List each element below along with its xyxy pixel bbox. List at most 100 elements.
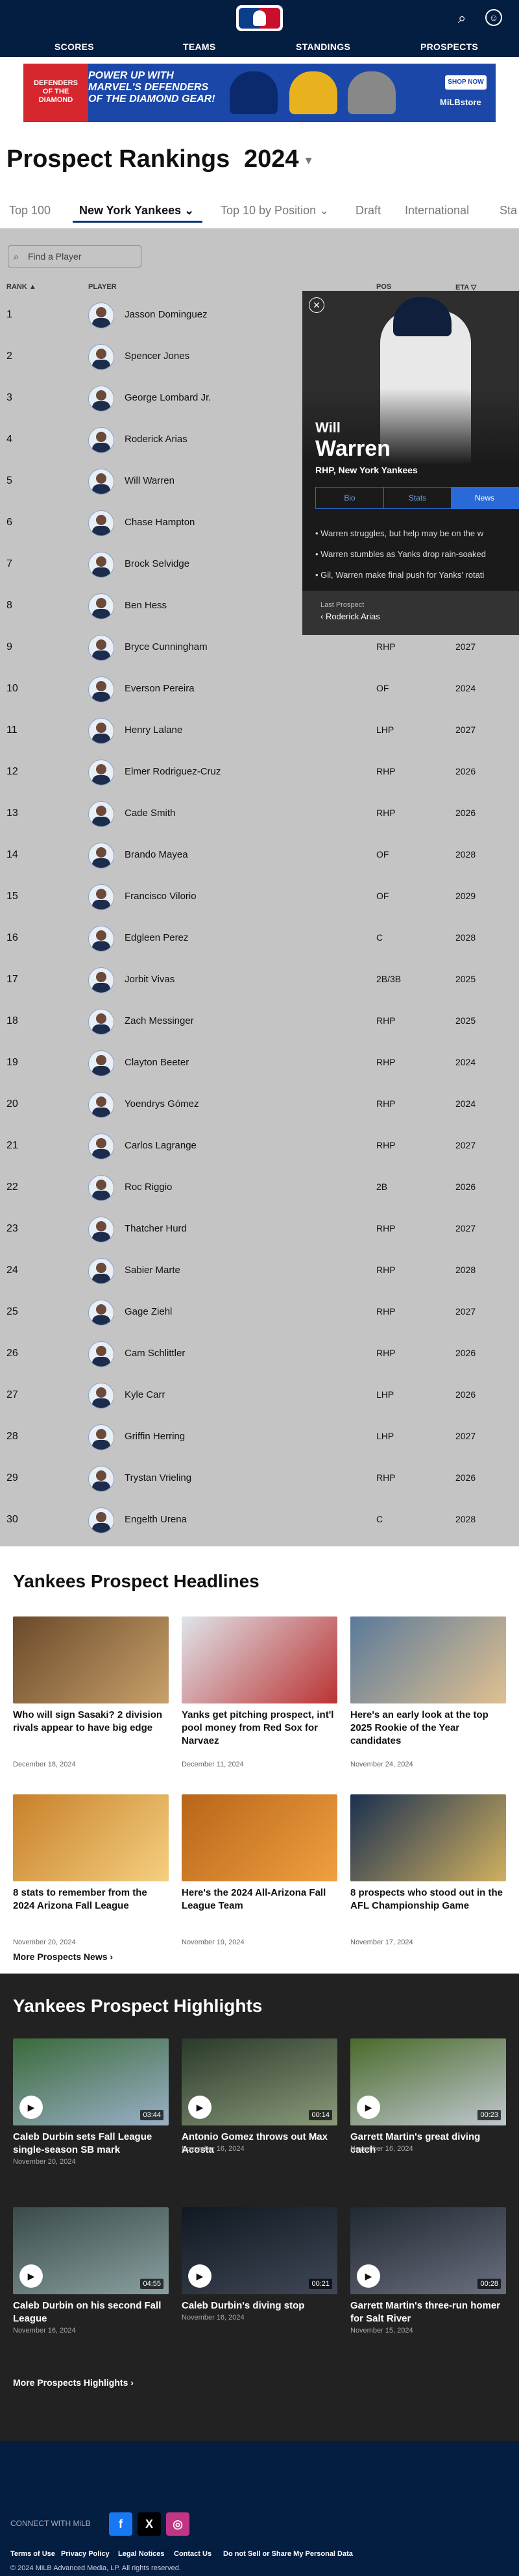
privacy-link[interactable]: Privacy Policy <box>61 2550 110 2558</box>
player-name-link[interactable]: Henry Lalane <box>125 724 182 736</box>
nav-scores[interactable]: SCORES <box>54 42 94 52</box>
table-row[interactable]: 25 Gage Ziehl RHP 2027 <box>0 1292 519 1333</box>
player-name-link[interactable]: Cade Smith <box>125 808 175 819</box>
video-title[interactable]: Antonio Gomez throws out Max Acosta <box>182 2131 337 2157</box>
player-name-link[interactable]: Sabier Marte <box>125 1265 180 1276</box>
legal-link[interactable]: Legal Notices <box>118 2550 165 2558</box>
headline-image[interactable] <box>182 1616 337 1703</box>
video-thumbnail[interactable]: ▶ 00:28 <box>350 2207 506 2294</box>
player-name-link[interactable]: Brock Selvidge <box>125 558 189 569</box>
more-highlights-link[interactable]: More Prospects Highlights › <box>13 2377 134 2388</box>
player-name-link[interactable]: Ben Hess <box>125 600 167 611</box>
tab-stats[interactable]: Sta <box>500 204 517 217</box>
tab-new-york-yankees[interactable]: New York Yankees ⌄ <box>79 204 194 217</box>
do-not-sell-link[interactable]: Do not Sell or Share My Personal Data <box>223 2550 353 2558</box>
tab-top-10-by-position[interactable]: Top 10 by Position ⌄ <box>221 204 329 217</box>
player-name-link[interactable]: Clayton Beeter <box>125 1057 189 1068</box>
player-name-link[interactable]: Carlos Lagrange <box>125 1140 197 1151</box>
player-name-link[interactable]: Yoendrys Gómez <box>125 1098 199 1109</box>
video-title[interactable]: Garrett Martin's three-run homer for Sal… <box>350 2299 506 2325</box>
player-name-link[interactable]: Will Warren <box>125 475 175 486</box>
video-thumbnail[interactable]: ▶ 00:14 <box>182 2038 337 2125</box>
player-name-link[interactable]: Engelth Urena <box>125 1514 187 1525</box>
tab-stats[interactable]: Stats <box>383 488 451 508</box>
player-name-link[interactable]: Bryce Cunningham <box>125 641 208 652</box>
tab-top-100[interactable]: Top 100 <box>9 204 51 217</box>
table-row[interactable]: 24 Sabier Marte RHP 2028 <box>0 1250 519 1292</box>
headline-image[interactable] <box>350 1616 506 1703</box>
video-title[interactable]: Caleb Durbin on his second Fall League <box>13 2299 169 2325</box>
play-icon[interactable]: ▶ <box>188 2264 211 2288</box>
player-name-link[interactable]: Everson Pereira <box>125 683 195 694</box>
nav-teams[interactable]: TEAMS <box>183 42 216 52</box>
account-icon[interactable]: ☺ <box>485 9 502 26</box>
nav-prospects[interactable]: PROSPECTS <box>420 42 478 52</box>
milb-logo[interactable] <box>236 5 283 31</box>
headline-image[interactable] <box>182 1794 337 1881</box>
headline-title[interactable]: 8 prospects who stood out in the AFL Cha… <box>350 1887 506 1913</box>
table-row[interactable]: 30 Engelth Urena C 2028 <box>0 1500 519 1541</box>
player-name-link[interactable]: Brando Mayea <box>125 849 188 860</box>
instagram-icon[interactable]: ◎ <box>166 2512 189 2536</box>
last-prospect-link[interactable]: Last Prospect ‹ Roderick Arias <box>302 591 519 635</box>
shop-now-button[interactable]: SHOP NOW <box>445 75 487 90</box>
player-name-link[interactable]: George Lombard Jr. <box>125 392 211 403</box>
video-title[interactable]: Caleb Durbin's diving stop <box>182 2299 337 2312</box>
player-name-link[interactable]: Edgleen Perez <box>125 932 188 943</box>
table-row[interactable]: 17 Jorbit Vivas 2B/3B 2025 <box>0 960 519 1001</box>
player-header[interactable]: PLAYER <box>88 283 117 291</box>
video-thumbnail[interactable]: ▶ 00:23 <box>350 2038 506 2125</box>
player-name-link[interactable]: Thatcher Hurd <box>125 1223 187 1234</box>
table-row[interactable]: 21 Carlos Lagrange RHP 2027 <box>0 1126 519 1167</box>
search-icon[interactable]: ⌕ <box>458 10 466 26</box>
player-name-link[interactable]: Gage Ziehl <box>125 1306 172 1317</box>
video-thumbnail[interactable]: ▶ 03:44 <box>13 2038 169 2125</box>
close-icon[interactable]: ✕ <box>309 297 324 313</box>
table-row[interactable]: 27 Kyle Carr LHP 2026 <box>0 1375 519 1417</box>
player-name-link[interactable]: Roc Riggio <box>125 1182 172 1193</box>
play-icon[interactable]: ▶ <box>19 2096 43 2119</box>
player-name-link[interactable]: Spencer Jones <box>125 351 189 362</box>
table-row[interactable]: 18 Zach Messinger RHP 2025 <box>0 1001 519 1043</box>
rank-header[interactable]: RANK ▲ <box>6 283 36 291</box>
table-row[interactable]: 22 Roc Riggio 2B 2026 <box>0 1167 519 1209</box>
player-name-link[interactable]: Chase Hampton <box>125 517 195 528</box>
headline-title[interactable]: Here's the 2024 All-Arizona Fall League … <box>182 1887 337 1913</box>
player-name-link[interactable]: Francisco Vilorio <box>125 891 197 902</box>
table-row[interactable]: 12 Elmer Rodriguez-Cruz RHP 2026 <box>0 752 519 793</box>
player-name-link[interactable]: Kyle Carr <box>125 1389 165 1400</box>
tab-draft[interactable]: Draft <box>356 204 381 217</box>
video-thumbnail[interactable]: ▶ 04:55 <box>13 2207 169 2294</box>
facebook-icon[interactable]: f <box>109 2512 132 2536</box>
pos-header[interactable]: POS <box>376 283 391 291</box>
headline-image[interactable] <box>13 1794 169 1881</box>
table-row[interactable]: 16 Edgleen Perez C 2028 <box>0 918 519 960</box>
table-row[interactable]: 23 Thatcher Hurd RHP 2027 <box>0 1209 519 1250</box>
table-row[interactable]: 20 Yoendrys Gómez RHP 2024 <box>0 1084 519 1126</box>
player-name-link[interactable]: Jasson Dominguez <box>125 309 208 320</box>
headline-title[interactable]: Yanks get pitching prospect, int'l pool … <box>182 1709 337 1748</box>
table-row[interactable]: 14 Brando Mayea OF 2028 <box>0 835 519 876</box>
headline-image[interactable] <box>350 1794 506 1881</box>
terms-link[interactable]: Terms of Use <box>10 2550 55 2558</box>
headline-title[interactable]: Here's an early look at the top 2025 Roo… <box>350 1709 506 1748</box>
player-name-link[interactable]: Griffin Herring <box>125 1431 185 1442</box>
headline-title[interactable]: Who will sign Sasaki? 2 division rivals … <box>13 1709 169 1735</box>
table-row[interactable]: 15 Francisco Vilorio OF 2029 <box>0 876 519 918</box>
tab-news[interactable]: News <box>451 488 518 508</box>
table-row[interactable]: 13 Cade Smith RHP 2026 <box>0 793 519 835</box>
play-icon[interactable]: ▶ <box>19 2264 43 2288</box>
table-row[interactable]: 11 Henry Lalane LHP 2027 <box>0 710 519 752</box>
x-icon[interactable]: X <box>138 2512 161 2536</box>
table-row[interactable]: 10 Everson Pereira OF 2024 <box>0 669 519 710</box>
player-name-link[interactable]: Jorbit Vivas <box>125 974 175 985</box>
news-item[interactable]: • Gil, Warren make final push for Yanks'… <box>315 570 519 580</box>
tab-bio[interactable]: Bio <box>316 488 383 508</box>
headline-image[interactable] <box>13 1616 169 1703</box>
table-row[interactable]: 26 Cam Schlittler RHP 2026 <box>0 1333 519 1375</box>
news-item[interactable]: • Warren stumbles as Yanks drop rain-soa… <box>315 549 519 559</box>
video-title[interactable]: Caleb Durbin sets Fall League single-sea… <box>13 2131 169 2157</box>
player-name-link[interactable]: Cam Schlittler <box>125 1348 185 1359</box>
player-name-link[interactable]: Zach Messinger <box>125 1015 194 1026</box>
video-thumbnail[interactable]: ▶ 00:21 <box>182 2207 337 2294</box>
